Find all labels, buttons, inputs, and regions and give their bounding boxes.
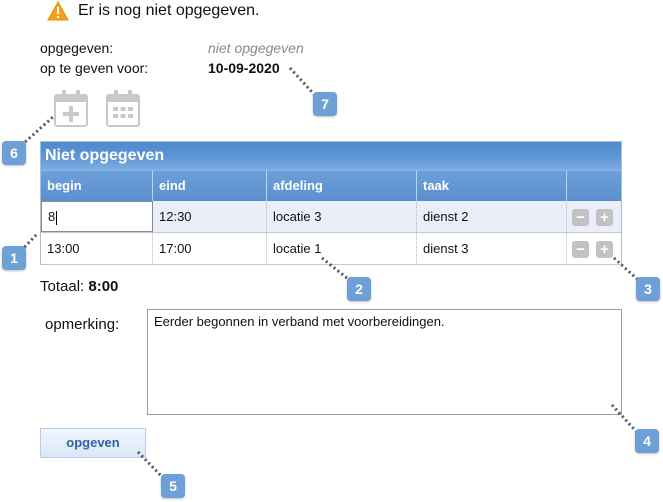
warning-message: Er is nog niet opgegeven. — [78, 2, 260, 19]
begin-cell[interactable]: 13:00 — [41, 233, 153, 264]
eind-cell[interactable]: 12:30 — [153, 201, 267, 232]
begin-time-input[interactable]: 8 — [41, 201, 153, 232]
table-row: 8 12:30 locatie 3 dienst 2 − + — [41, 201, 621, 233]
opgegeven-value: niet opgegeven — [208, 40, 304, 56]
column-header-eind: eind — [153, 171, 267, 202]
calendar-add-icon[interactable] — [54, 88, 88, 128]
callout-badge-4: 4 — [635, 429, 659, 453]
total-label: Totaal: — [40, 278, 85, 295]
table-row: 13:00 17:00 locatie 1 dienst 3 − + — [41, 233, 621, 265]
callout-badge-7: 7 — [313, 92, 337, 116]
remark-textarea[interactable]: Eerder begonnen in verband met voorberei… — [147, 309, 622, 415]
deadline-label: op te geven voor: — [40, 60, 149, 76]
remove-row-button[interactable]: − — [572, 241, 589, 258]
callout-badge-1: 1 — [2, 246, 26, 270]
callout-badge-3: 3 — [636, 277, 660, 301]
submit-button[interactable]: opgeven — [40, 428, 146, 458]
column-header-begin: begin — [41, 171, 153, 202]
afdeling-cell[interactable]: locatie 1 — [267, 233, 417, 264]
callout-badge-6: 6 — [2, 141, 26, 165]
column-header-taak: taak — [417, 171, 567, 202]
total-hours: Totaal: 8:00 — [40, 278, 118, 296]
table-header: begin eind afdeling taak — [41, 170, 621, 202]
callout-badge-2: 2 — [347, 277, 371, 301]
schedule-panel: Niet opgegeven begin eind afdeling taak … — [40, 141, 622, 265]
taak-cell[interactable]: dienst 2 — [417, 201, 567, 232]
panel-title: Niet opgegeven — [41, 142, 621, 170]
total-value: 8:00 — [88, 278, 119, 295]
callout-badge-5: 5 — [161, 474, 185, 498]
remark-label: opmerking: — [45, 316, 120, 333]
calendar-grid-icon[interactable] — [106, 88, 140, 128]
column-header-afdeling: afdeling — [267, 171, 417, 202]
eind-cell[interactable]: 17:00 — [153, 233, 267, 264]
warning-icon — [47, 1, 69, 21]
add-row-button[interactable]: + — [596, 241, 613, 258]
remove-row-button[interactable]: − — [572, 209, 589, 226]
afdeling-cell[interactable]: locatie 3 — [267, 201, 417, 232]
taak-cell[interactable]: dienst 3 — [417, 233, 567, 264]
column-header-actions — [567, 171, 621, 202]
add-row-button[interactable]: + — [596, 209, 613, 226]
deadline-value: 10-09-2020 — [208, 60, 280, 76]
opgegeven-label: opgegeven: — [40, 40, 114, 56]
